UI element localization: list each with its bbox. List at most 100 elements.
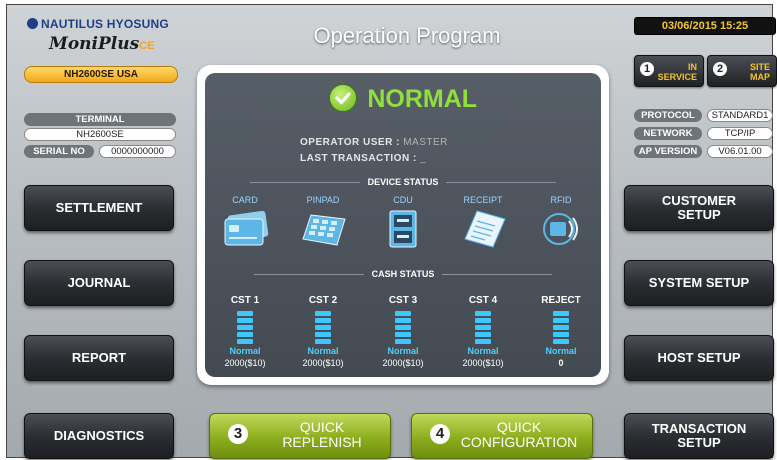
quick-configuration-number: 4	[430, 424, 450, 444]
system-setup-label: SYSTEM SETUP	[648, 275, 750, 290]
quick-replenish-line2: REPLENISH	[282, 434, 362, 450]
datetime-display: 03/06/2015 15:25	[634, 17, 776, 35]
cassette-level-4	[475, 311, 491, 351]
site-map-line1: SITE	[749, 62, 770, 72]
cassette-value-reject: 0	[558, 358, 564, 368]
status-panel: NORMAL OPERATOR USER : MASTER LAST TRANS…	[197, 65, 609, 385]
in-service-button[interactable]: 1 IN SERVICE	[634, 55, 704, 87]
cassette-status-1: Normal	[229, 346, 261, 356]
in-service-label: IN SERVICE	[658, 62, 697, 82]
cash-status-heading: CASH STATUS	[205, 269, 601, 279]
last-transaction-value: _	[420, 153, 427, 164]
cassette-value-1: 2000($10)	[224, 358, 266, 368]
product-suffix: CE	[139, 40, 155, 52]
transaction-setup-button[interactable]: TRANSACTION SETUP	[624, 413, 774, 459]
product-logo: MoniPlusCE	[49, 34, 154, 54]
device-label-pinpad: PINPAD	[306, 195, 340, 205]
cdu-icon	[387, 209, 419, 254]
operator-label: OPERATOR USER :	[300, 137, 400, 148]
diagnostics-button[interactable]: DIAGNOSTICS	[24, 413, 174, 459]
cassette-level-2	[315, 311, 331, 351]
cassette-level-1	[237, 311, 253, 351]
host-setup-label: HOST SETUP	[657, 350, 741, 365]
status-header: NORMAL	[205, 83, 601, 114]
quick-configuration-line2: CONFIGURATION	[460, 434, 578, 450]
cash-status-title: CASH STATUS	[371, 269, 435, 279]
ap-version-label: AP VERSION	[634, 145, 702, 158]
card-icon	[223, 210, 269, 252]
transaction-setup-label: TRANSACTION SETUP	[652, 422, 747, 450]
cassette-level-3	[395, 311, 411, 351]
terminal-value: NH2600SE	[24, 128, 176, 141]
transaction-setup-line1: TRANSACTION	[651, 421, 747, 436]
device-label-receipt: RECEIPT	[463, 195, 503, 205]
cassette-status-4: Normal	[467, 346, 499, 356]
cassette-value-3: 2000($10)	[382, 358, 424, 368]
company-brand: NAUTILUS HYOSUNG	[27, 17, 169, 31]
customer-setup-button[interactable]: CUSTOMER SETUP	[624, 185, 774, 231]
cassette-label-reject: REJECT	[541, 295, 581, 306]
quick-replenish-button[interactable]: 3 QUICK REPLENISH	[209, 413, 391, 459]
cassette-label-4: CST 4	[468, 295, 498, 306]
quick-configuration-label: QUICK CONFIGURATION	[454, 420, 584, 450]
journal-label: JOURNAL	[67, 275, 131, 290]
customer-setup-label: CUSTOMER SETUP	[662, 194, 736, 222]
last-transaction-line: LAST TRANSACTION : _	[300, 153, 426, 164]
host-setup-button[interactable]: HOST SETUP	[624, 335, 774, 381]
in-service-number: 1	[640, 62, 654, 76]
report-label: REPORT	[71, 350, 127, 365]
customer-setup-line1: CUSTOMER	[661, 193, 737, 208]
serial-value: 0000000000	[99, 145, 176, 158]
device-label-rfid: RFID	[550, 195, 572, 205]
site-map-button[interactable]: 2 SITE MAP	[707, 55, 777, 87]
terminal-label: TERMINAL	[24, 113, 176, 126]
cassette-value-2: 2000($10)	[302, 358, 344, 368]
network-label: NETWORK	[634, 127, 702, 140]
site-map-number: 2	[713, 62, 727, 76]
diagnostics-label: DIAGNOSTICS	[53, 428, 145, 443]
status-text: NORMAL	[367, 85, 478, 113]
site-map-label: SITE MAP	[750, 62, 770, 82]
system-setup-button[interactable]: SYSTEM SETUP	[624, 260, 774, 306]
product-name: MoniPlus	[49, 34, 140, 54]
serial-label: SERIAL NO	[24, 145, 94, 158]
receipt-icon	[463, 209, 507, 254]
transaction-setup-line2: SETUP	[677, 435, 721, 450]
in-service-line2: SERVICE	[657, 72, 697, 82]
ap-version-value: V06.01.00	[707, 145, 773, 158]
quick-configuration-line1: QUICK	[496, 419, 542, 435]
quick-replenish-label: QUICK REPLENISH	[262, 420, 382, 450]
site-map-line2: MAP	[750, 72, 770, 82]
quick-replenish-number: 3	[228, 424, 248, 444]
quick-configuration-button[interactable]: 4 QUICK CONFIGURATION	[411, 413, 593, 459]
protocol-value: STANDARD1	[707, 109, 773, 122]
in-service-line1: IN	[688, 62, 697, 72]
settlement-button[interactable]: SETTLEMENT	[24, 185, 174, 231]
network-value: TCP/IP	[707, 127, 773, 140]
protocol-label: PROTOCOL	[634, 109, 702, 122]
cassette-label-3: CST 3	[388, 295, 418, 306]
device-label-cdu: CDU	[393, 195, 413, 205]
report-button[interactable]: REPORT	[24, 335, 174, 381]
cassette-level-reject	[553, 311, 569, 351]
hyosung-logo-icon	[27, 18, 38, 29]
device-status-heading: DEVICE STATUS	[205, 177, 601, 187]
device-label-card: CARD	[232, 195, 258, 205]
operator-line: OPERATOR USER : MASTER	[300, 137, 448, 148]
rfid-icon	[541, 211, 581, 252]
device-status-title: DEVICE STATUS	[367, 177, 439, 187]
operation-screen: NAUTILUS HYOSUNG MoniPlusCE NH2600SE USA…	[6, 4, 777, 459]
company-name: NAUTILUS HYOSUNG	[41, 17, 169, 31]
cassette-status-reject: Normal	[545, 346, 577, 356]
status-panel-inner: NORMAL OPERATOR USER : MASTER LAST TRANS…	[205, 73, 601, 377]
cassette-value-4: 2000($10)	[462, 358, 504, 368]
cassette-label-2: CST 2	[308, 295, 338, 306]
model-badge: NH2600SE USA	[24, 66, 178, 83]
last-transaction-label: LAST TRANSACTION :	[300, 153, 417, 164]
checkmark-icon	[328, 83, 357, 112]
customer-setup-line2: SETUP	[677, 207, 721, 222]
cassette-label-1: CST 1	[230, 295, 260, 306]
page-title: Operation Program	[313, 23, 501, 48]
journal-button[interactable]: JOURNAL	[24, 260, 174, 306]
cassette-status-2: Normal	[307, 346, 339, 356]
